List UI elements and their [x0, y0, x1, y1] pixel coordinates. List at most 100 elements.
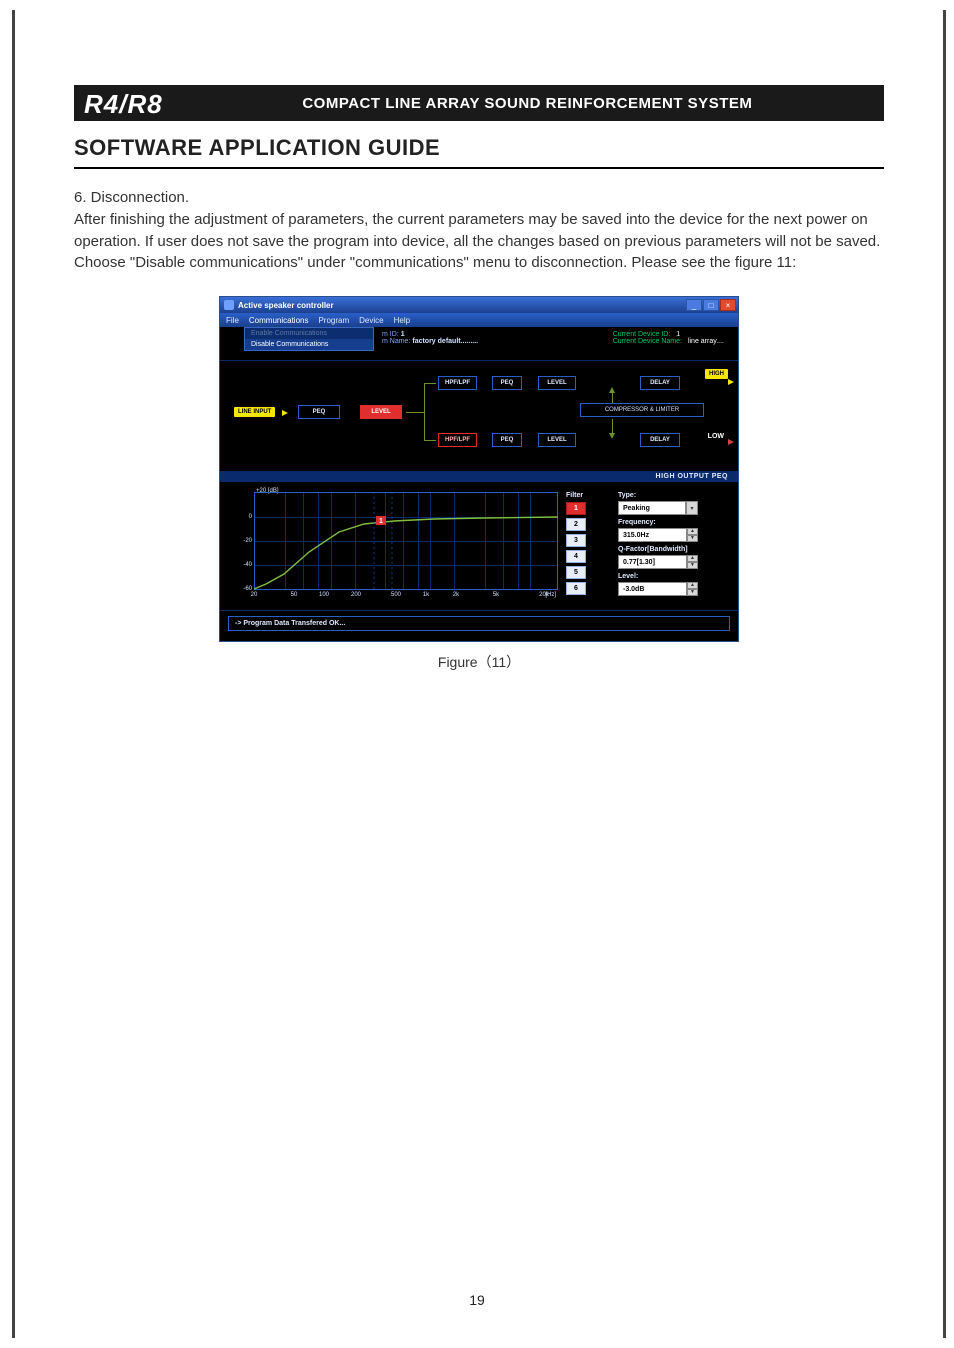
qfactor-value: 0.77[1.30]: [618, 555, 687, 569]
arrow-icon: [728, 439, 734, 445]
filter-button-6[interactable]: 6: [566, 582, 586, 595]
level-spinner[interactable]: -3.0dB ▲▼: [618, 582, 698, 596]
type-label: Type:: [618, 492, 730, 499]
filter-title: Filter: [566, 492, 610, 499]
panel-title: HIGH OUTPUT PEQ: [220, 471, 738, 482]
qfactor-label: Q-Factor[Bandwidth]: [618, 546, 730, 553]
spinner-up-icon[interactable]: ▲: [687, 555, 698, 562]
x-tick: 50: [291, 592, 298, 598]
figure-caption: Figure（11）: [219, 652, 739, 672]
low-output-tag: LOW: [708, 433, 724, 440]
paragraph-heading: 6. Disconnection.: [74, 189, 189, 206]
x-tick: 500: [391, 592, 401, 598]
arrow-icon: [282, 410, 288, 416]
communications-submenu[interactable]: Enable Communications Disable Communicat…: [244, 327, 374, 351]
figure-container: Active speaker controller _ □ × File Com…: [219, 296, 739, 672]
filter-buttons-column: Filter 1 2 3 4 5 6: [566, 488, 610, 608]
low-delay-node[interactable]: DELAY: [640, 433, 680, 447]
high-level-node[interactable]: LEVEL: [538, 376, 576, 390]
compressor-limiter-node[interactable]: COMPRESSOR & LIMITER: [580, 403, 704, 417]
menu-help[interactable]: Help: [394, 316, 410, 325]
x-tick: 100: [319, 592, 329, 598]
filter-button-1[interactable]: 1: [566, 502, 586, 515]
x-tick: 200: [351, 592, 361, 598]
window-minimize-button[interactable]: _: [686, 299, 702, 311]
x-tick: 20: [251, 592, 258, 598]
spinner-up-icon[interactable]: ▲: [687, 528, 698, 535]
level-label: Level:: [618, 573, 730, 580]
eq-graph[interactable]: +20 [dB] 0 -20 -40 -60 20 50: [228, 488, 558, 604]
menu-communications[interactable]: Communications: [249, 316, 309, 325]
x-tick: 2k: [453, 592, 459, 598]
response-curve: 1: [254, 492, 558, 590]
section-title: SOFTWARE APPLICATION GUIDE: [74, 135, 884, 169]
frequency-value: 315.0Hz: [618, 528, 687, 542]
low-peq-node[interactable]: PEQ: [492, 433, 522, 447]
window-close-button[interactable]: ×: [720, 299, 736, 311]
app-icon: [224, 300, 234, 310]
type-value: Peaking: [618, 501, 686, 515]
spinner-down-icon[interactable]: ▼: [687, 589, 698, 596]
window-title: Active speaker controller: [238, 301, 334, 310]
qfactor-spinner[interactable]: 0.77[1.30] ▲▼: [618, 555, 698, 569]
graph-panel: +20 [dB] 0 -20 -40 -60 20 50: [220, 482, 738, 610]
wire: [424, 440, 436, 441]
low-hpflpf-node[interactable]: HPF/LPF: [438, 433, 477, 447]
status-text: -> Program Data Transfered OK...: [228, 616, 730, 631]
x-tick: 5k: [493, 592, 499, 598]
arrow-icon: [609, 387, 615, 393]
body-paragraph: 6. Disconnection. After finishing the ad…: [74, 187, 884, 274]
device-info: Current Device ID:1 Current Device Name:…: [613, 331, 724, 345]
model-label: R4/R8: [74, 85, 179, 121]
type-select[interactable]: Peaking ▾: [618, 501, 698, 515]
signal-flow-diagram: LINE INPUT PEQ LEVEL HPF/LPF PEQ LEVEL D…: [220, 361, 738, 471]
wire: [406, 412, 424, 413]
paragraph-body: After finishing the adjustment of parame…: [74, 211, 880, 272]
spinner-up-icon[interactable]: ▲: [687, 582, 698, 589]
filter-button-4[interactable]: 4: [566, 550, 586, 563]
filter-button-5[interactable]: 5: [566, 566, 586, 579]
level-value: -3.0dB: [618, 582, 687, 596]
wire: [424, 383, 425, 441]
wire: [424, 383, 436, 384]
low-level-node[interactable]: LEVEL: [538, 433, 576, 447]
menu-device[interactable]: Device: [359, 316, 383, 325]
input-level-node[interactable]: LEVEL: [360, 405, 402, 419]
page-edge-left: [12, 10, 15, 1338]
page-number: 19: [0, 1292, 954, 1308]
page-header: R4/R8 COMPACT LINE ARRAY SOUND REINFORCE…: [74, 85, 884, 121]
frequency-spinner[interactable]: 315.0Hz ▲▼: [618, 528, 698, 542]
y-tick: -20: [243, 538, 252, 544]
parameter-column: Type: Peaking ▾ Frequency: 315.0Hz ▲▼ Q-…: [618, 488, 730, 608]
page-edge-right: [943, 10, 946, 1338]
menu-file[interactable]: File: [226, 316, 239, 325]
svg-text:1: 1: [379, 518, 383, 525]
high-delay-node[interactable]: DELAY: [640, 376, 680, 390]
frequency-label: Frequency:: [618, 519, 730, 526]
submenu-enable-comm: Enable Communications: [245, 328, 373, 339]
y-tick: 0: [249, 514, 252, 520]
filter-button-2[interactable]: 2: [566, 518, 586, 531]
menu-program[interactable]: Program: [318, 316, 349, 325]
program-info: m ID: 1 m Name: factory default.........: [382, 331, 478, 345]
spinner-down-icon[interactable]: ▼: [687, 535, 698, 542]
y-tick: -40: [243, 562, 252, 568]
arrow-icon: [728, 379, 734, 385]
x-tick: 1k: [423, 592, 429, 598]
high-output-tag: HIGH: [705, 369, 728, 379]
menubar[interactable]: File Communications Program Device Help: [220, 313, 738, 327]
spinner-down-icon[interactable]: ▼: [687, 562, 698, 569]
window-titlebar[interactable]: Active speaker controller _ □ ×: [220, 297, 738, 313]
line-input-tag: LINE INPUT: [234, 407, 275, 417]
filter-button-3[interactable]: 3: [566, 534, 586, 547]
high-peq-node[interactable]: PEQ: [492, 376, 522, 390]
high-hpflpf-node[interactable]: HPF/LPF: [438, 376, 477, 390]
top-info-area: Enable Communications Disable Communicat…: [220, 327, 738, 361]
window-maximize-button[interactable]: □: [703, 299, 719, 311]
app-window: Active speaker controller _ □ × File Com…: [219, 296, 739, 642]
product-line-label: COMPACT LINE ARRAY SOUND REINFORCEMENT S…: [179, 85, 884, 121]
input-peq-node[interactable]: PEQ: [298, 405, 340, 419]
x-unit-label: [Hz]: [545, 592, 556, 598]
submenu-disable-comm[interactable]: Disable Communications: [245, 339, 373, 350]
chevron-down-icon[interactable]: ▾: [686, 501, 698, 515]
